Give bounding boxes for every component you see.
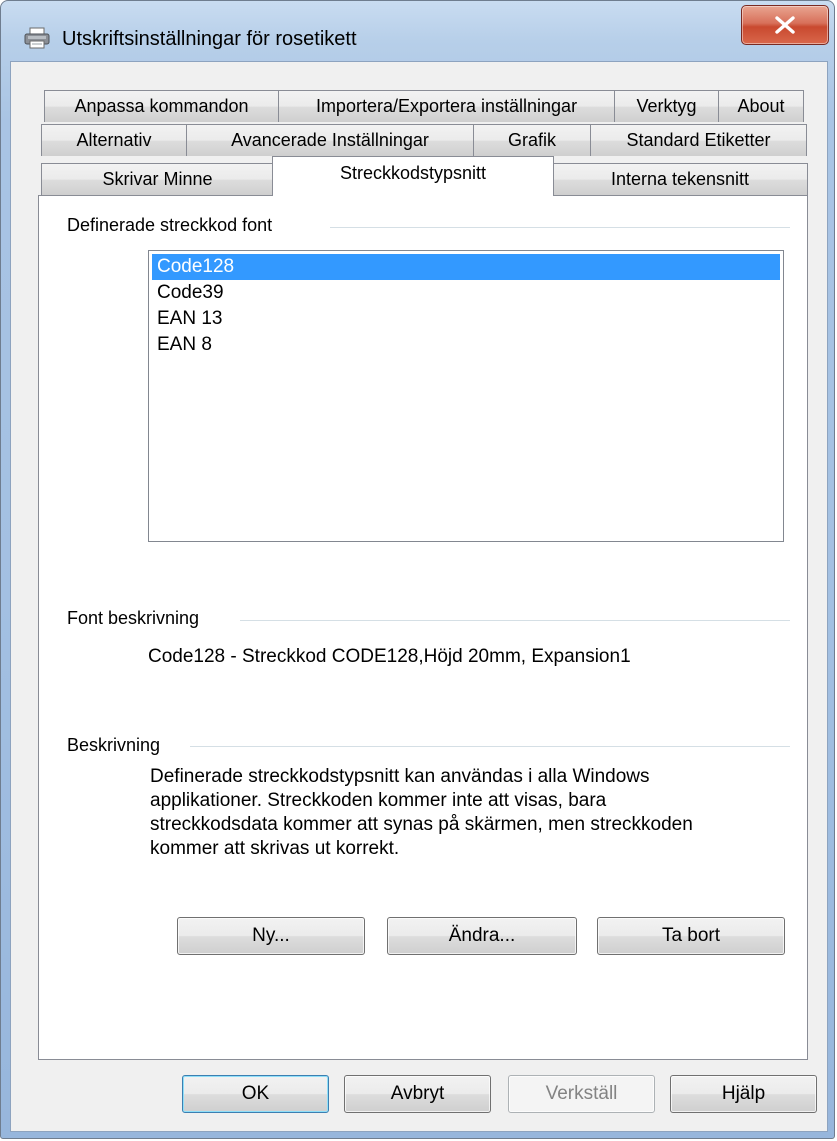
printer-icon (23, 27, 51, 49)
list-item-code39[interactable]: Code39 (152, 280, 780, 306)
close-icon (775, 16, 795, 34)
edit-button[interactable]: Ändra... (387, 917, 577, 955)
tab-avancerade-installningar[interactable]: Avancerade Inställningar (186, 124, 474, 156)
delete-button[interactable]: Ta bort (597, 917, 785, 955)
tab-interna-tekensnitt[interactable]: Interna tekensnitt (552, 163, 808, 195)
font-description-title: Font beskrivning (67, 608, 210, 629)
description-line: Definerade streckkodstypsnitt kan använd… (150, 766, 650, 787)
list-item-ean13[interactable]: EAN 13 (152, 306, 780, 332)
tab-skrivar-minne[interactable]: Skrivar Minne (41, 163, 274, 195)
description-text: Definerade streckkodstypsnitt kan använd… (150, 765, 760, 861)
tab-grafik[interactable]: Grafik (473, 124, 591, 156)
description-line: applikationer. Streckkoden kommer inte a… (150, 790, 607, 811)
tab-importera-exportera[interactable]: Importera/Exportera inställningar (278, 90, 615, 122)
tab-anpassa-kommandon[interactable]: Anpassa kommandon (44, 90, 279, 122)
tab-about[interactable]: About (718, 90, 804, 122)
apply-button: Verkställ (508, 1075, 655, 1113)
ok-button[interactable]: OK (182, 1075, 329, 1113)
description-line: streckkodsdata kommer att synas på skärm… (150, 814, 693, 835)
barcode-font-listbox[interactable]: Code128 Code39 EAN 13 EAN 8 (148, 250, 784, 542)
tab-alternativ[interactable]: Alternativ (41, 124, 187, 156)
cancel-button[interactable]: Avbryt (344, 1075, 491, 1113)
list-item-ean8[interactable]: EAN 8 (152, 332, 780, 358)
window-title: Utskriftsinställningar för rosetikett (62, 28, 357, 50)
list-item-code128[interactable]: Code128 (152, 254, 780, 280)
help-button[interactable]: Hjälp (670, 1075, 817, 1113)
tab-standard-etiketter[interactable]: Standard Etiketter (590, 124, 807, 156)
tab-verktyg[interactable]: Verktyg (614, 90, 719, 122)
group-divider (240, 620, 790, 622)
close-button[interactable] (741, 5, 829, 45)
tab-streckkodstypsnitt[interactable]: Streckkodstypsnitt (272, 156, 554, 196)
defined-fonts-title: Definerade streckkod font (67, 215, 283, 236)
description-line: kommer att skrivas ut korrekt. (150, 838, 400, 859)
title-bar[interactable]: Utskriftsinställningar för rosetikett (1, 1, 836, 61)
new-button[interactable]: Ny... (177, 917, 365, 955)
group-divider (190, 746, 790, 748)
group-divider (330, 227, 790, 229)
description-title: Beskrivning (67, 735, 171, 756)
font-description-text: Code128 - Streckkod CODE128,Höjd 20mm, E… (148, 646, 631, 667)
